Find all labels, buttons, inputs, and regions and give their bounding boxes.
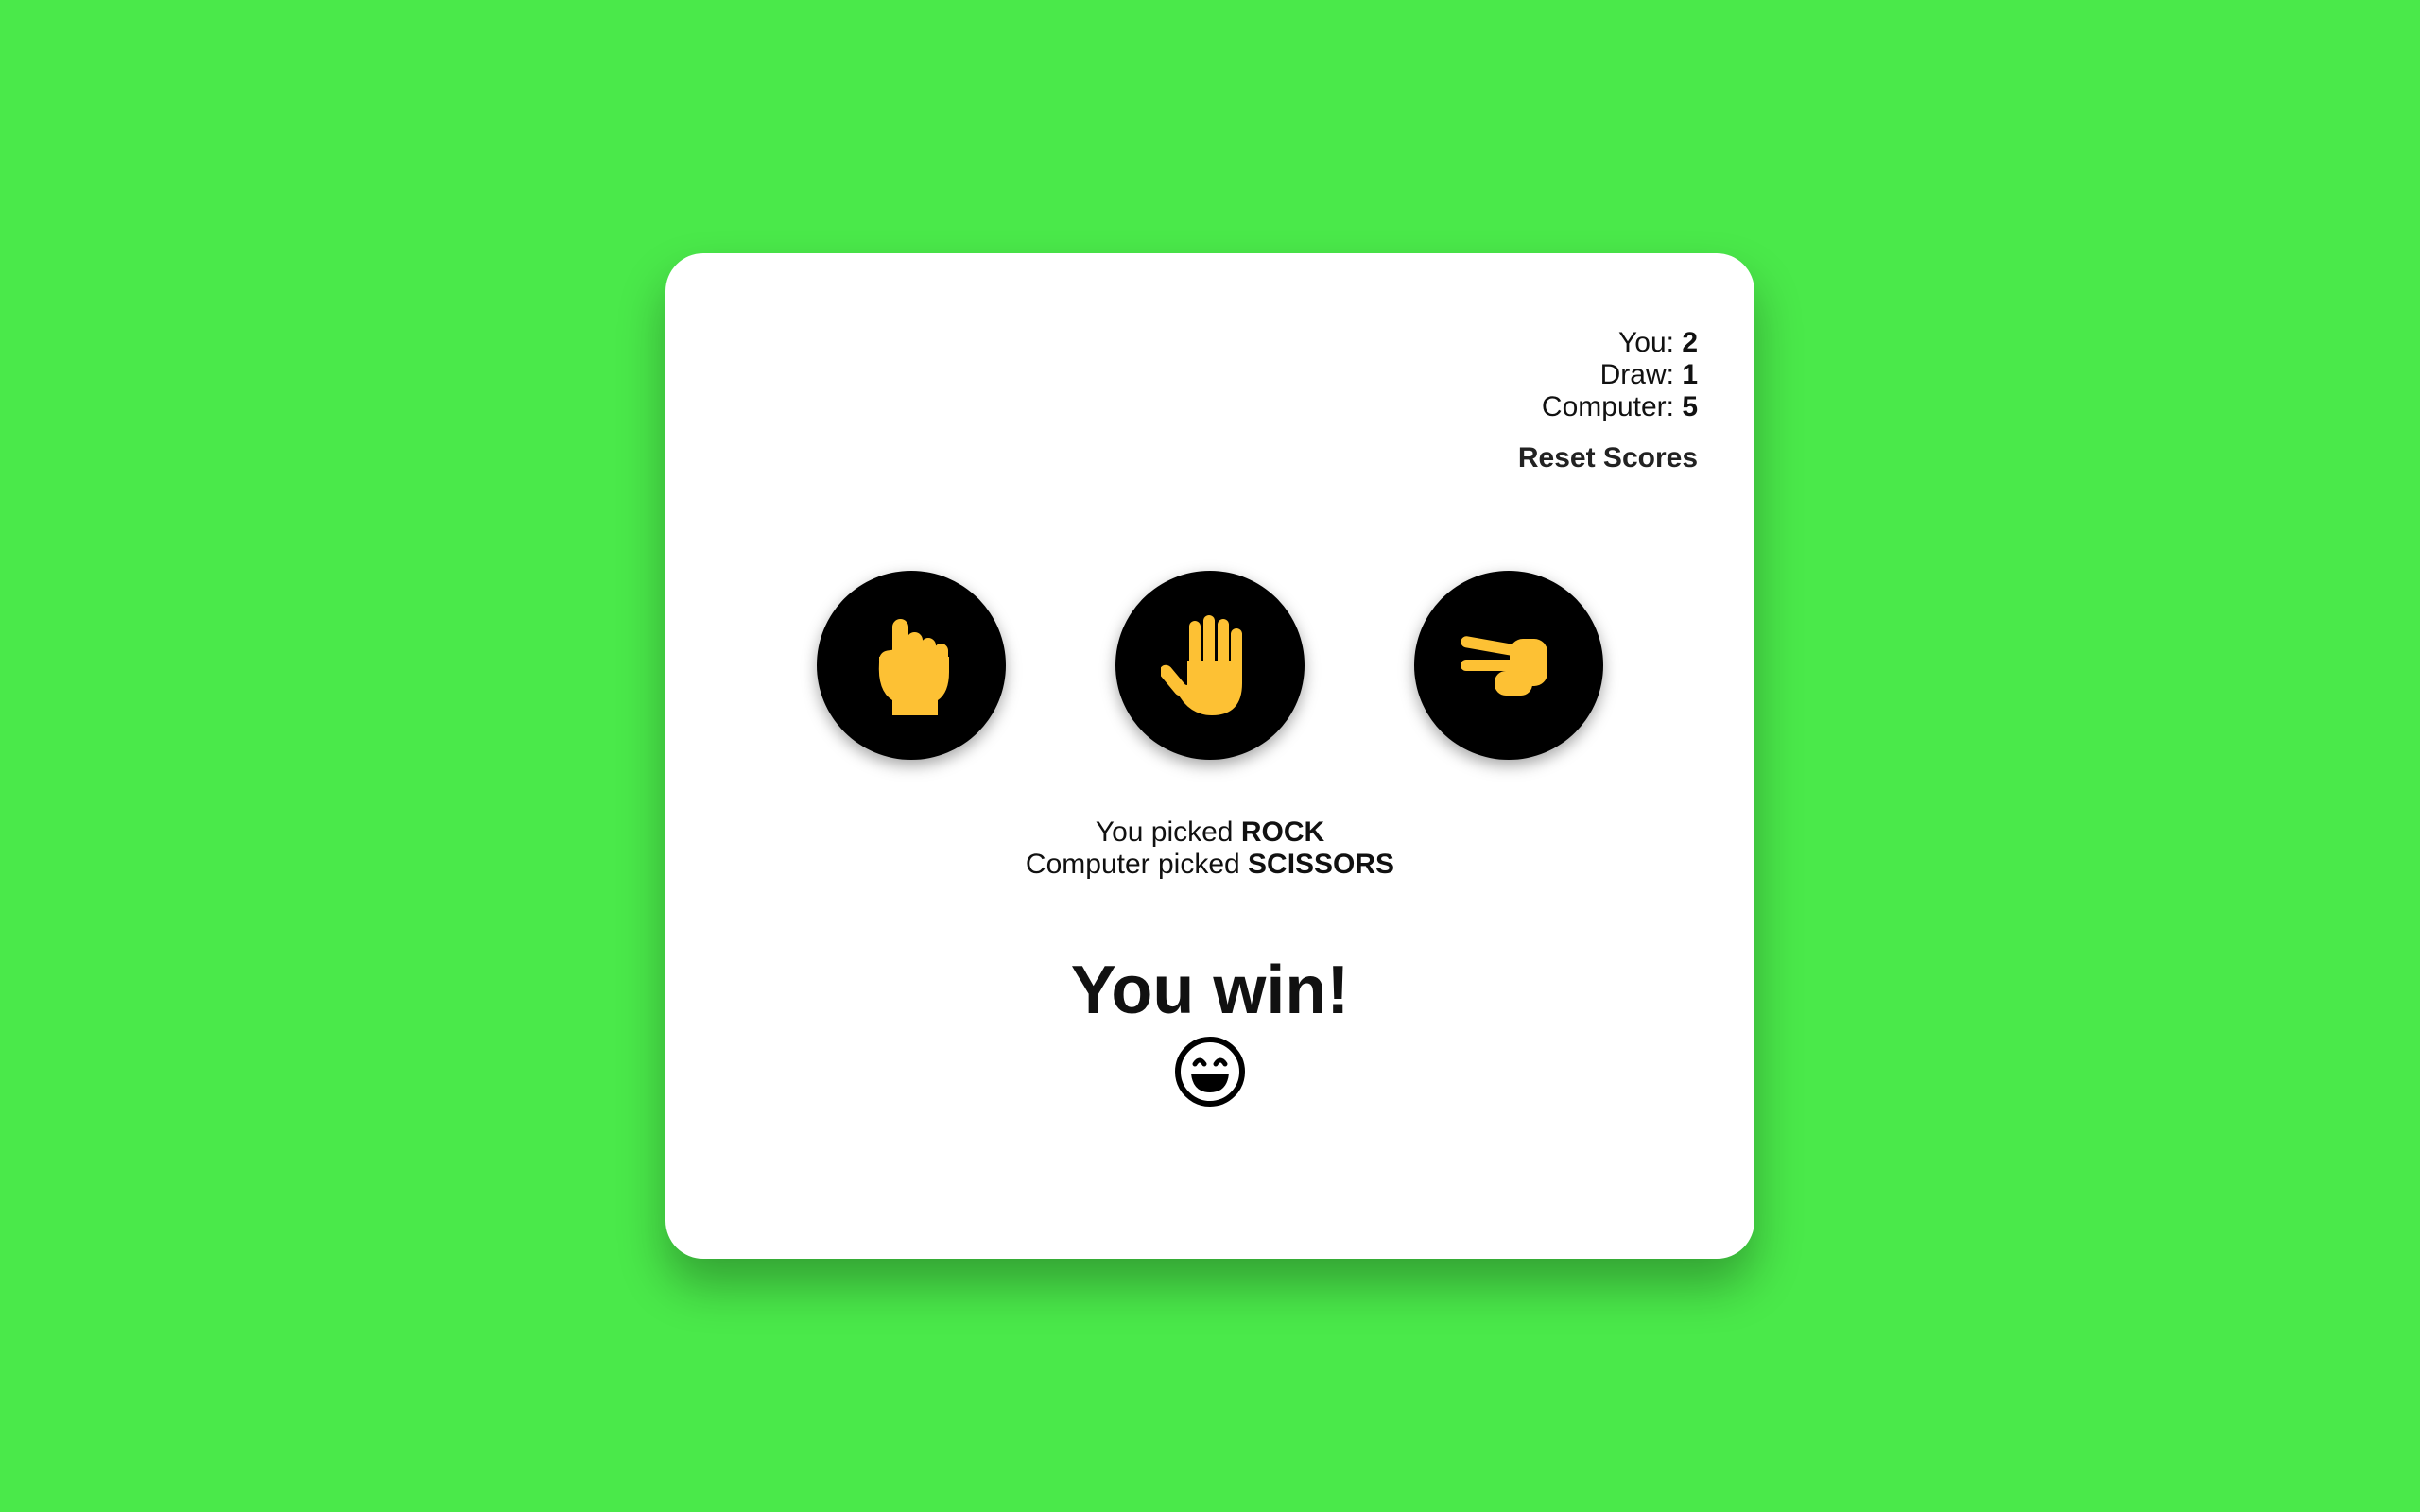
score-you: You: 2 [1542, 327, 1698, 359]
scissors-button[interactable] [1414, 571, 1603, 760]
player-pick-value: ROCK [1240, 816, 1325, 848]
computer-pick-value: SCISSORS [1248, 849, 1395, 880]
computer-pick-label: Computer picked [1025, 849, 1249, 880]
player-pick: You picked ROCK [666, 816, 1754, 849]
score-computer: Computer: 5 [1542, 391, 1698, 423]
reset-scores-button[interactable]: Reset Scores [1518, 442, 1698, 474]
raised-fist-icon [864, 613, 959, 717]
game-card: You: 2 Draw: 1 Computer: 5 Reset Scores [666, 253, 1754, 1259]
paper-button[interactable] [1115, 571, 1305, 760]
score-computer-value: 5 [1682, 391, 1698, 422]
score-you-label: You: [1618, 327, 1683, 358]
scoreboard: You: 2 Draw: 1 Computer: 5 [1542, 327, 1698, 423]
raised-hand-icon [1161, 613, 1259, 717]
rock-button[interactable] [817, 571, 1006, 760]
player-pick-label: You picked [1095, 816, 1241, 848]
grinning-face-icon [1174, 1036, 1246, 1108]
score-you-value: 2 [1682, 327, 1698, 358]
picks-summary: You picked ROCK Computer picked SCISSORS [666, 816, 1754, 881]
score-draw-label: Draw: [1599, 359, 1683, 390]
result-message: You win! [1070, 953, 1350, 1028]
score-draw: Draw: 1 [1542, 359, 1698, 391]
score-computer-label: Computer: [1541, 391, 1683, 422]
computer-pick: Computer picked SCISSORS [666, 849, 1754, 881]
score-draw-value: 1 [1682, 359, 1698, 390]
victory-hand-icon [1457, 618, 1561, 713]
